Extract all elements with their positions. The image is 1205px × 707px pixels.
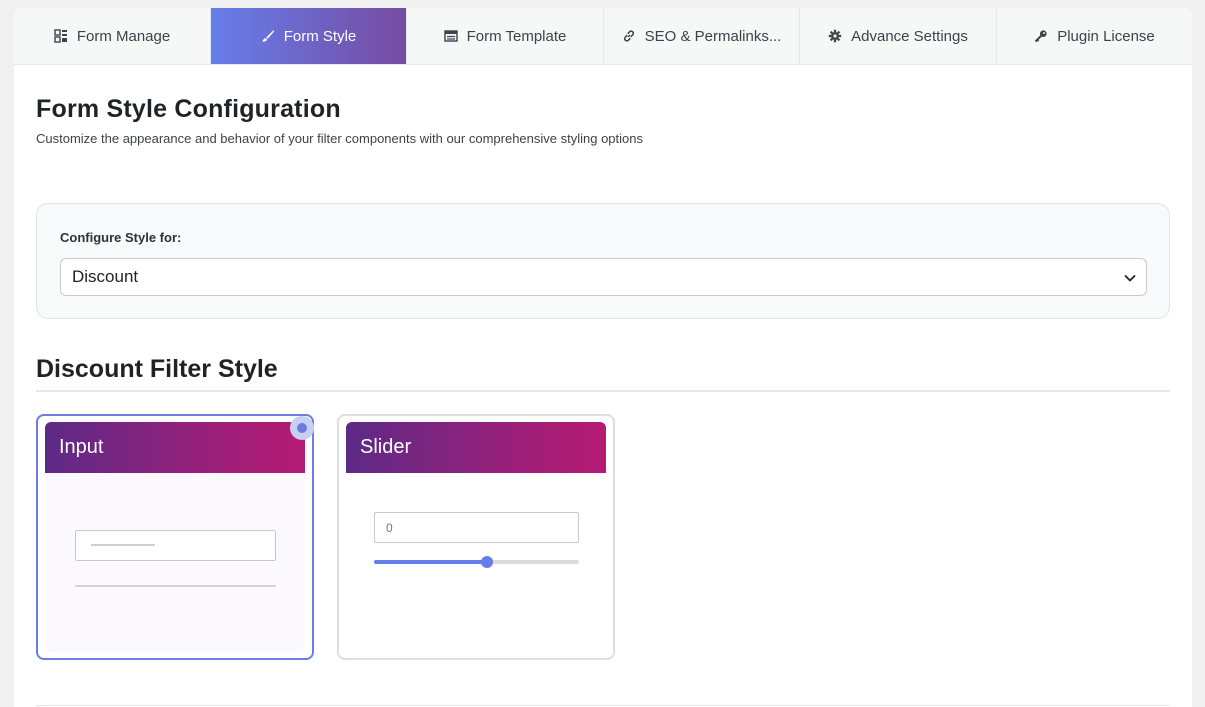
preview-input-box [75,530,276,561]
tab-form-manage[interactable]: Form Manage [14,8,211,64]
section-title: Discount Filter Style [36,355,278,383]
tab-advance-settings[interactable]: Advance Settings [800,8,997,64]
select-value: Discount [72,267,139,286]
tab-label: SEO & Permalinks... [644,27,782,45]
tab-label: Form Style [283,27,357,45]
table-icon [443,29,458,43]
tab-form-style[interactable]: Form Style [211,8,407,64]
grid-icon [54,29,68,43]
tab-plugin-license[interactable]: Plugin License [997,8,1192,64]
style-option-slider[interactable]: Slider 0 [337,414,615,660]
style-option-header: Slider [346,422,606,473]
gear-icon [828,29,842,43]
style-preview: Slider 0 [346,422,606,652]
preview-slider-track [374,556,579,568]
brush-icon [261,29,275,43]
bottom-divider [36,705,1170,706]
preview-slider-thumb [480,556,493,568]
style-option-label: Slider [360,436,412,458]
style-option-label: Input [59,436,104,458]
section-divider [36,390,1170,392]
style-preview: Input [45,422,305,652]
configure-style-box: Configure Style for: Discount [36,203,1170,319]
configure-style-label: Configure Style for: [60,230,182,245]
tab-label: Plugin License [1057,27,1155,45]
tab-label: Advance Settings [851,27,968,45]
preview-slider-fill [374,560,487,564]
chevron-down-icon [1124,275,1136,282]
selected-indicator [290,416,314,440]
style-option-header: Input [45,422,305,473]
tab-bar: Form Manage Form Style Form Template SEO… [14,8,1192,65]
link-icon [622,29,636,43]
key-icon [1034,29,1048,43]
page-title: Form Style Configuration [36,95,341,123]
preview-number-value: 0 [386,520,393,535]
preview-number-box: 0 [374,512,579,543]
tab-label: Form Template [466,27,567,45]
tab-label: Form Manage [76,27,171,45]
style-option-input[interactable]: Input [36,414,314,660]
tab-form-template[interactable]: Form Template [407,8,604,64]
tab-seo-permalinks[interactable]: SEO & Permalinks... [604,8,800,64]
configure-style-select[interactable]: Discount [60,258,1147,296]
preview-underline [75,585,276,587]
page-subtitle: Customize the appearance and behavior of… [36,131,644,146]
settings-panel: Form Manage Form Style Form Template SEO… [14,8,1192,707]
